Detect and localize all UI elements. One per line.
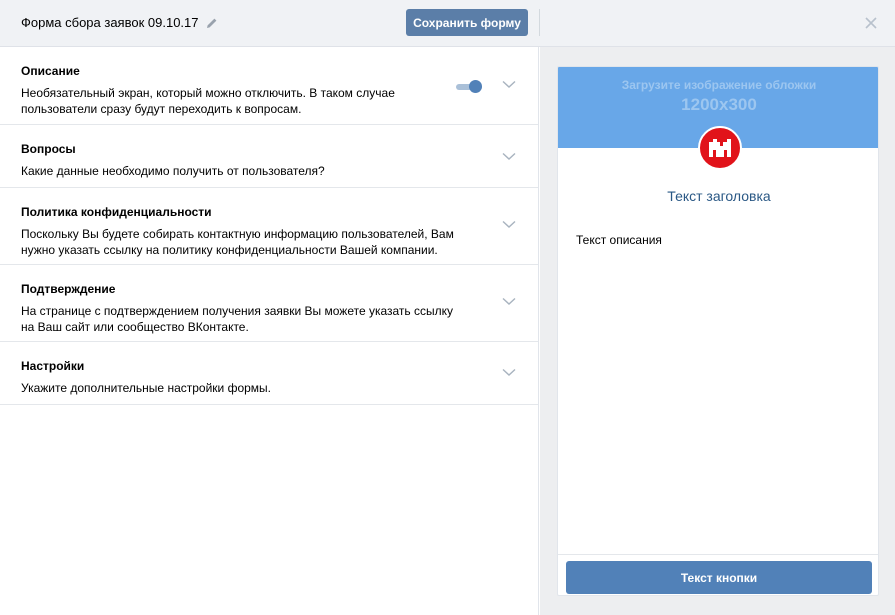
close-icon[interactable] <box>864 16 878 30</box>
description-toggle[interactable] <box>456 80 484 94</box>
pencil-icon[interactable] <box>206 17 218 29</box>
section-desc: Укажите дополнительные настройки формы. <box>21 381 272 395</box>
section-confirmation[interactable]: Подтверждение На странице с подтверждени… <box>0 265 538 342</box>
form-preview-card: Загрузите изображение обложки 1200x300 Т… <box>557 66 879 596</box>
chevron-down-icon[interactable] <box>502 297 516 306</box>
brand-logo <box>698 126 742 170</box>
chevron-down-icon[interactable] <box>502 368 516 377</box>
form-title[interactable]: Форма сбора заявок 09.10.17 <box>21 15 218 30</box>
preview-description: Текст описания <box>576 233 662 247</box>
header-divider <box>539 9 540 36</box>
cover-size-hint: 1200x300 <box>681 95 757 114</box>
section-title: Подтверждение <box>21 282 116 296</box>
section-title: Политика конфиденциальности <box>21 205 212 219</box>
chevron-down-icon[interactable] <box>502 220 516 229</box>
section-title: Вопросы <box>21 142 76 156</box>
settings-panel: Описание Необязательный экран, который м… <box>0 47 539 615</box>
section-questions[interactable]: Вопросы Какие данные необходимо получить… <box>0 125 538 188</box>
form-preview-area: Загрузите изображение обложки 1200x300 Т… <box>540 47 895 615</box>
chevron-down-icon[interactable] <box>502 152 516 161</box>
footer-divider <box>558 554 878 555</box>
cover-upload-hint: Загрузите изображение обложки <box>621 78 817 92</box>
section-description[interactable]: Описание Необязательный экран, который м… <box>0 47 538 125</box>
save-form-button[interactable]: Сохранить форму <box>406 9 528 36</box>
form-title-text: Форма сбора заявок 09.10.17 <box>21 15 199 30</box>
top-bar: Форма сбора заявок 09.10.17 Сохранить фо… <box>0 0 895 47</box>
section-desc: Какие данные необходимо получить от поль… <box>21 164 325 178</box>
section-settings[interactable]: Настройки Укажите дополнительные настрой… <box>0 342 538 405</box>
chevron-down-icon[interactable] <box>502 80 516 89</box>
section-desc: Поскольку Вы будете собирать контактную … <box>21 227 454 257</box>
preview-submit-button[interactable]: Текст кнопки <box>566 561 872 594</box>
section-desc: Необязательный экран, который можно откл… <box>21 86 395 116</box>
logo-icon <box>709 139 731 157</box>
preview-title: Текст заголовка <box>667 188 771 204</box>
section-privacy-policy[interactable]: Политика конфиденциальности Поскольку Вы… <box>0 188 538 265</box>
section-title: Настройки <box>21 359 85 373</box>
section-desc: На странице с подтверждением получения з… <box>21 304 454 334</box>
section-title: Описание <box>21 64 80 78</box>
